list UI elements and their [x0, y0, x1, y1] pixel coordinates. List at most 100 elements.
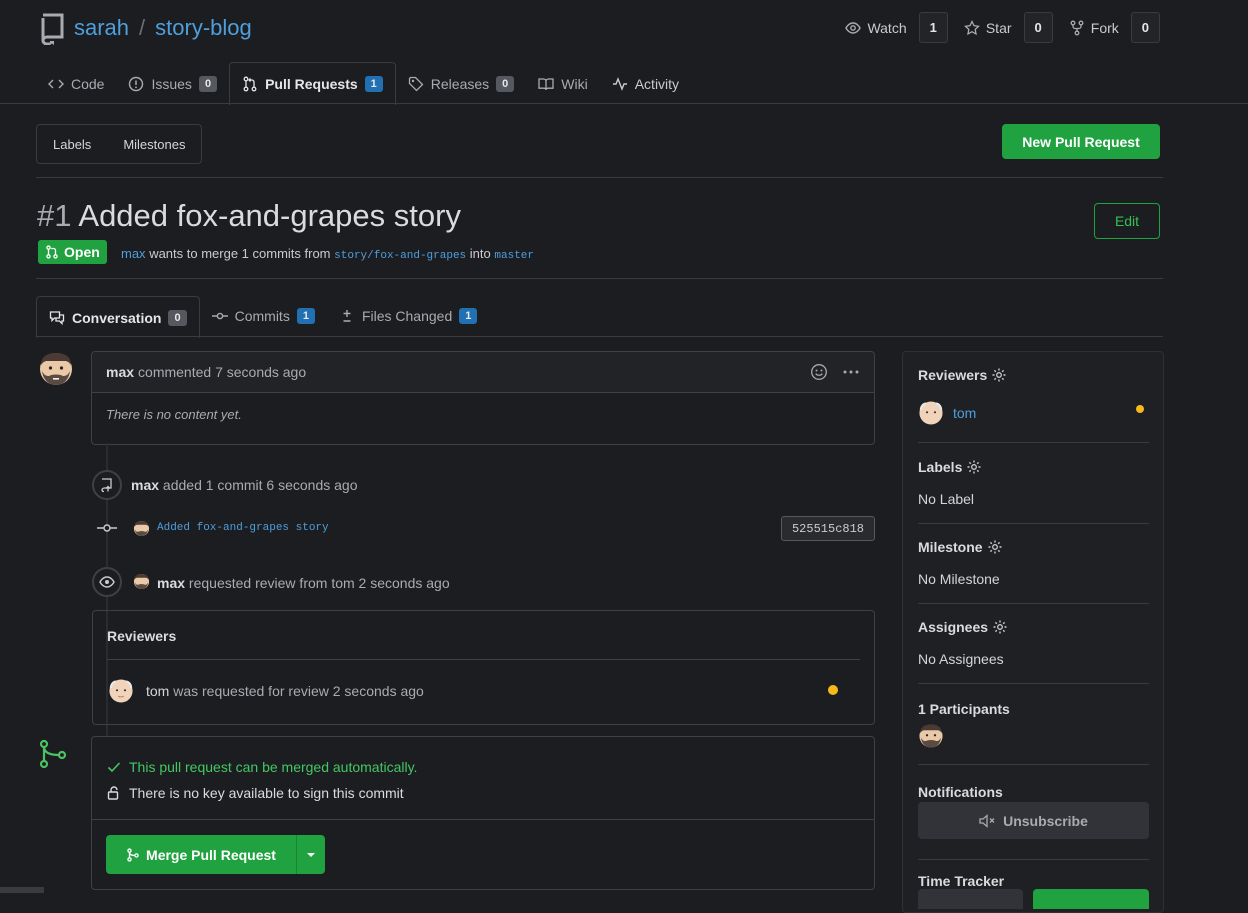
merge-box: This pull request can be merged automati…: [91, 736, 875, 890]
head-branch-link[interactable]: story/fox-and-grapes: [334, 250, 466, 262]
horizontal-scrollbar[interactable]: [0, 887, 44, 893]
comment-meta: commented 7 seconds ago: [138, 364, 307, 380]
time-tracker-start-button[interactable]: [1033, 889, 1149, 909]
smiley-icon[interactable]: [810, 363, 828, 381]
milestones-button[interactable]: Milestones: [107, 137, 201, 152]
repo-icon: [38, 13, 66, 45]
nav-code-label: Code: [71, 76, 105, 92]
watch-button[interactable]: Watch 1: [845, 12, 948, 43]
nav-releases[interactable]: Releases 0: [396, 64, 527, 104]
watch-label: Watch: [867, 19, 907, 36]
sidebar-reviewers-title: Reviewers: [918, 367, 988, 383]
avatar-tom[interactable]: [918, 400, 944, 426]
gear-icon[interactable]: [992, 619, 1008, 635]
nav-wiki[interactable]: Wiki: [526, 64, 599, 104]
tab-files-changed[interactable]: Files Changed 1: [327, 295, 489, 337]
tab-conversation[interactable]: Conversation 0: [36, 296, 200, 338]
gear-icon[interactable]: [987, 539, 1003, 555]
fork-count[interactable]: 0: [1130, 12, 1160, 43]
reviewers-box: Reviewers tom was requested for review 2…: [92, 610, 875, 725]
unsubscribe-button[interactable]: Unsubscribe: [918, 802, 1149, 839]
gear-icon[interactable]: [966, 459, 982, 475]
nav-pull-requests[interactable]: Pull Requests 1: [229, 62, 396, 105]
git-merge-icon: [127, 847, 139, 862]
tab-conversation-label: Conversation: [72, 309, 162, 326]
avatar-max-participant[interactable]: [918, 723, 944, 749]
sidebar-notifications-title: Notifications: [918, 784, 1003, 800]
star-button[interactable]: Star 0: [963, 12, 1053, 43]
star-icon: [963, 19, 980, 35]
watch-count[interactable]: 1: [918, 12, 948, 43]
sidebar-time-tracker-title: Time Tracker: [918, 873, 1005, 889]
reviewer-name[interactable]: tom: [146, 683, 169, 699]
chevron-down-icon: [307, 852, 315, 857]
nav-issues[interactable]: Issues 0: [116, 64, 229, 104]
comment-header: max commented 7 seconds ago: [92, 352, 874, 393]
tag-icon: [408, 76, 424, 92]
labels-button[interactable]: Labels: [37, 137, 107, 152]
divider: [918, 442, 1149, 443]
eye-icon: [92, 567, 122, 597]
nav-code[interactable]: Code: [36, 64, 116, 104]
avatar-max[interactable]: [38, 351, 74, 387]
pull-request-icon: [243, 76, 257, 92]
files-changed-count-badge: 1: [459, 308, 478, 324]
sidebar-participants: 1 Participants: [918, 701, 1149, 765]
avatar-max-small[interactable]: [133, 520, 150, 537]
divider: [918, 523, 1149, 524]
nav-activity[interactable]: Activity: [600, 64, 691, 104]
unlock-icon: [107, 786, 119, 800]
sidebar-labels-title: Labels: [918, 459, 963, 475]
sidebar-labels: Labels No Label: [918, 459, 1149, 524]
repo-name-link[interactable]: story-blog: [155, 15, 252, 41]
event-commit-added: max added 1 commit 6 seconds ago: [131, 477, 358, 493]
commit-sha-button[interactable]: 525515c818: [781, 516, 875, 541]
avatar-tom[interactable]: [108, 678, 134, 704]
base-branch-link[interactable]: master: [494, 250, 534, 262]
event-author[interactable]: max: [131, 477, 159, 493]
nav-pull-requests-label: Pull Requests: [265, 76, 358, 92]
sidebar-time-tracker: Time Tracker: [918, 873, 1149, 889]
repo-push-icon: [92, 470, 122, 500]
edit-title-button[interactable]: Edit: [1094, 203, 1160, 239]
event-author[interactable]: max: [157, 575, 185, 591]
pull-requests-count-badge: 1: [364, 76, 383, 92]
pr-merge-description: max wants to merge 1 commits from story/…: [121, 246, 534, 262]
gear-icon[interactable]: [991, 367, 1007, 383]
sidebar-assignees-value: No Assignees: [918, 651, 1004, 667]
merge-pull-request-button[interactable]: Merge Pull Request: [106, 835, 296, 874]
tab-files-changed-label: Files Changed: [361, 308, 453, 324]
merge-dropdown-button[interactable]: [296, 835, 325, 874]
merge-status-text: This pull request can be merged automati…: [129, 759, 418, 775]
time-tracker-button[interactable]: [918, 889, 1023, 909]
book-icon: [538, 78, 554, 91]
issue-icon: [129, 76, 144, 92]
avatar-max-small[interactable]: [133, 573, 150, 590]
comment-body: There is no content yet.: [106, 407, 242, 422]
kebab-horizontal-icon[interactable]: [842, 363, 860, 381]
eye-icon: [845, 21, 862, 34]
pr-title-text: Added fox-and-grapes story: [78, 198, 461, 233]
repo-title: sarah / story-blog: [74, 15, 252, 41]
tab-commits-label: Commits: [234, 308, 290, 324]
divider: [918, 764, 1149, 765]
repo-owner-link[interactable]: sarah: [74, 15, 129, 41]
comment-author[interactable]: max: [106, 364, 134, 380]
tab-commits[interactable]: Commits 1: [200, 295, 327, 337]
star-count[interactable]: 0: [1023, 12, 1053, 43]
comment-box: max commented 7 seconds ago There is no …: [91, 351, 875, 445]
new-pull-request-button[interactable]: New Pull Request: [1002, 124, 1160, 159]
issues-count-badge: 0: [198, 76, 218, 92]
divider: [36, 177, 1163, 178]
pr-author-link[interactable]: max: [121, 246, 146, 261]
sidebar-milestone: Milestone No Milestone: [918, 539, 1149, 604]
git-merge-icon: [38, 739, 68, 769]
pr-state-badge: Open: [38, 240, 107, 264]
fork-button[interactable]: Fork 0: [1069, 12, 1160, 43]
sidebar-reviewer-link[interactable]: tom: [953, 405, 976, 421]
commit-message-link[interactable]: Added fox-and-grapes story: [157, 522, 329, 534]
nav-releases-label: Releases: [430, 76, 490, 92]
pr-into-text: into: [469, 246, 491, 261]
divider: [918, 603, 1149, 604]
event-text: requested review from tom 2 seconds ago: [188, 575, 450, 591]
